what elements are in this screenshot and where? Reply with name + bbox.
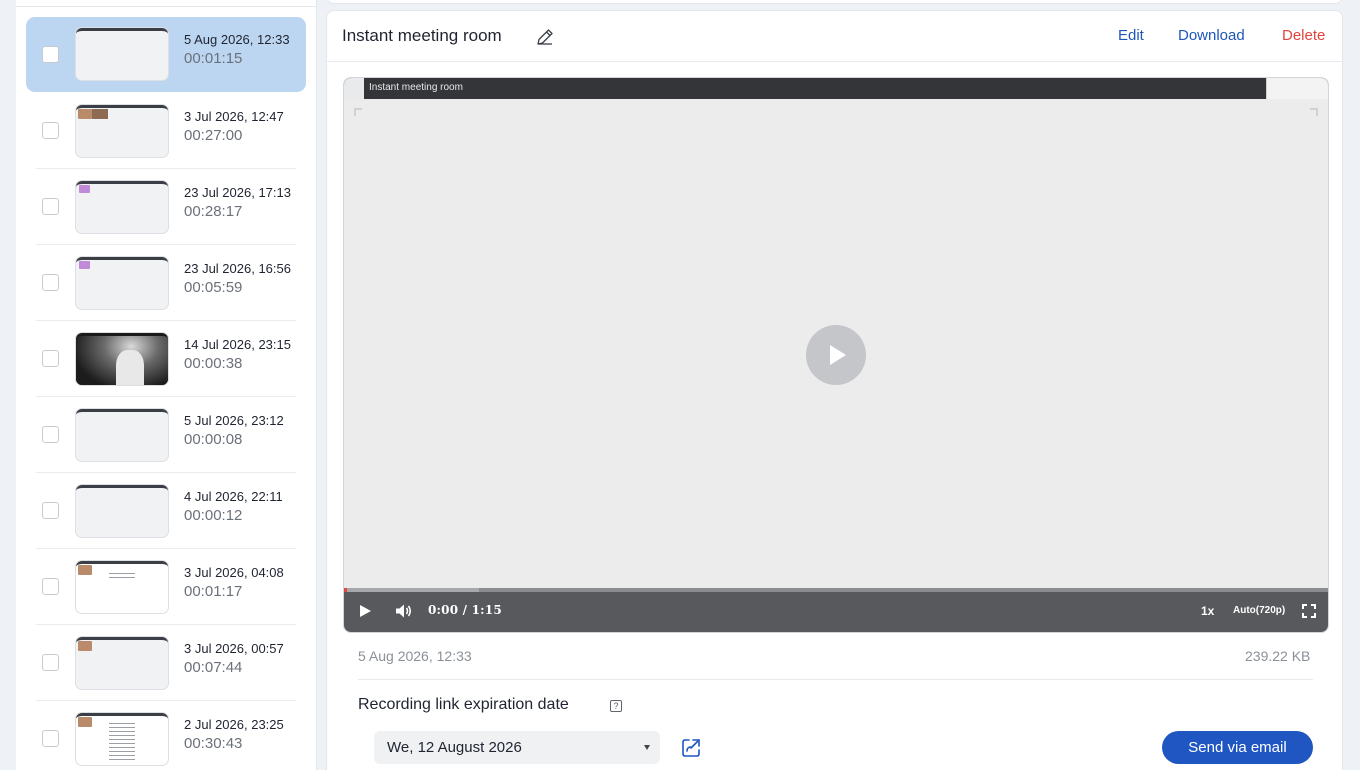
recording-checkbox[interactable] bbox=[42, 578, 59, 595]
recording-checkbox[interactable] bbox=[42, 730, 59, 747]
recording-date: 5 Jul 2026, 23:12 bbox=[184, 413, 284, 428]
recording-thumbnail bbox=[76, 257, 168, 309]
previous-card-edge bbox=[326, 0, 1343, 4]
quality-selector[interactable]: Auto(720p) bbox=[1233, 605, 1285, 616]
recording-item[interactable]: 4 Jul 2026, 22:11 00:00:12 bbox=[36, 473, 296, 549]
video-frame-topbar: Instant meeting room bbox=[344, 78, 1328, 99]
recording-date: 2 Jul 2026, 23:25 bbox=[184, 717, 284, 732]
send-via-email-button[interactable]: Send via email bbox=[1162, 731, 1313, 764]
recording-checkbox[interactable] bbox=[42, 274, 59, 291]
detail-header: Instant meeting room Edit Download Delet… bbox=[327, 11, 1344, 62]
recording-thumbnail bbox=[76, 333, 168, 385]
frame-corner bbox=[354, 108, 362, 116]
recording-thumbnail bbox=[76, 561, 168, 613]
recording-duration: 00:01:17 bbox=[184, 583, 243, 600]
delete-link[interactable]: Delete bbox=[1282, 27, 1325, 44]
recording-item[interactable]: 2 Jul 2026, 23:25 00:30:43 bbox=[36, 701, 296, 770]
recording-duration: 00:05:59 bbox=[184, 279, 243, 296]
recording-thumbnail bbox=[76, 181, 168, 233]
divider bbox=[358, 679, 1313, 680]
recording-duration: 00:00:38 bbox=[184, 355, 243, 372]
big-play-button[interactable] bbox=[806, 325, 866, 385]
recording-duration: 00:27:00 bbox=[184, 127, 243, 144]
player-controls: 0:00 / 1:15 1x Auto(720p) bbox=[344, 588, 1328, 632]
recording-item[interactable]: 23 Jul 2026, 17:13 00:28:17 bbox=[36, 169, 296, 245]
played-bar bbox=[344, 588, 347, 592]
expiry-date-select[interactable]: We, 12 August 2026 bbox=[374, 731, 660, 764]
recording-thumbnail bbox=[76, 28, 168, 80]
recording-item[interactable]: 5 Aug 2026, 12:33 00:01:15 bbox=[26, 17, 306, 92]
recording-thumbnail bbox=[76, 105, 168, 157]
file-size: 239.22 KB bbox=[1245, 648, 1311, 664]
edit-link[interactable]: Edit bbox=[1118, 27, 1144, 44]
recording-checkbox[interactable] bbox=[42, 426, 59, 443]
pencil-icon[interactable] bbox=[535, 27, 555, 47]
recording-duration: 00:28:17 bbox=[184, 203, 243, 220]
recording-item[interactable]: 5 Jul 2026, 23:12 00:00:08 bbox=[36, 397, 296, 473]
progress-bar[interactable] bbox=[344, 588, 1328, 592]
time-display: 0:00 / 1:15 bbox=[428, 603, 502, 617]
fullscreen-icon[interactable] bbox=[1302, 604, 1316, 618]
recording-item[interactable]: 14 Jul 2026, 23:15 00:00:38 bbox=[36, 321, 296, 397]
recording-date: 3 Jul 2026, 04:08 bbox=[184, 565, 284, 580]
recording-title: Instant meeting room bbox=[342, 26, 502, 45]
recording-detail-card: Instant meeting room Edit Download Delet… bbox=[326, 10, 1344, 770]
recording-thumbnail bbox=[76, 409, 168, 461]
play-icon[interactable] bbox=[360, 605, 371, 617]
recording-checkbox[interactable] bbox=[42, 654, 59, 671]
recording-thumbnail bbox=[76, 713, 168, 765]
recording-item[interactable]: 3 Jul 2026, 04:08 00:01:17 bbox=[36, 549, 296, 625]
help-icon[interactable]: ? bbox=[610, 700, 622, 712]
recording-duration: 00:30:43 bbox=[184, 735, 243, 752]
list-top-divider bbox=[16, 6, 316, 7]
recording-date: 23 Jul 2026, 17:13 bbox=[184, 185, 291, 200]
recording-checkbox[interactable] bbox=[42, 502, 59, 519]
recording-checkbox[interactable] bbox=[42, 198, 59, 215]
recorded-date: 5 Aug 2026, 12:33 bbox=[358, 648, 472, 664]
recording-date: 14 Jul 2026, 23:15 bbox=[184, 337, 291, 352]
recording-checkbox[interactable] bbox=[42, 350, 59, 367]
recording-item[interactable]: 23 Jul 2026, 16:56 00:05:59 bbox=[36, 245, 296, 321]
recording-thumbnail bbox=[76, 637, 168, 689]
download-link[interactable]: Download bbox=[1178, 27, 1245, 44]
recording-item[interactable]: 3 Jul 2026, 12:47 00:27:00 bbox=[36, 93, 296, 169]
expiry-label: Recording link expiration date bbox=[358, 696, 569, 713]
recording-duration: 00:01:15 bbox=[184, 50, 243, 67]
caret-down-icon bbox=[644, 745, 650, 750]
recording-date: 3 Jul 2026, 12:47 bbox=[184, 109, 284, 124]
recording-checkbox[interactable] bbox=[42, 122, 59, 139]
frame-corner bbox=[1310, 108, 1318, 116]
video-frame-title: Instant meeting room bbox=[369, 82, 463, 93]
recording-date: 23 Jul 2026, 16:56 bbox=[184, 261, 291, 276]
recording-date: 3 Jul 2026, 00:57 bbox=[184, 641, 284, 656]
recording-date: 4 Jul 2026, 22:11 bbox=[184, 489, 283, 504]
recording-duration: 00:00:08 bbox=[184, 431, 243, 448]
volume-icon[interactable] bbox=[395, 603, 413, 619]
recording-date: 5 Aug 2026, 12:33 bbox=[184, 32, 290, 47]
recordings-list: 5 Aug 2026, 12:33 00:01:15 3 Jul 2026, 1… bbox=[16, 0, 317, 770]
recording-checkbox[interactable] bbox=[42, 46, 59, 63]
recording-duration: 00:00:12 bbox=[184, 507, 243, 524]
buffered-bar bbox=[344, 588, 479, 592]
share-link-icon[interactable] bbox=[680, 737, 702, 759]
frame-logo bbox=[344, 78, 364, 99]
expiry-date-value: We, 12 August 2026 bbox=[387, 739, 522, 756]
recording-item[interactable]: 3 Jul 2026, 00:57 00:07:44 bbox=[36, 625, 296, 701]
playback-speed[interactable]: 1x bbox=[1201, 604, 1214, 618]
video-player[interactable]: Instant meeting room 0:00 / 1:15 1x Auto… bbox=[343, 77, 1329, 633]
recording-duration: 00:07:44 bbox=[184, 659, 243, 676]
frame-participant-panel bbox=[1266, 78, 1328, 99]
recording-thumbnail bbox=[76, 485, 168, 537]
